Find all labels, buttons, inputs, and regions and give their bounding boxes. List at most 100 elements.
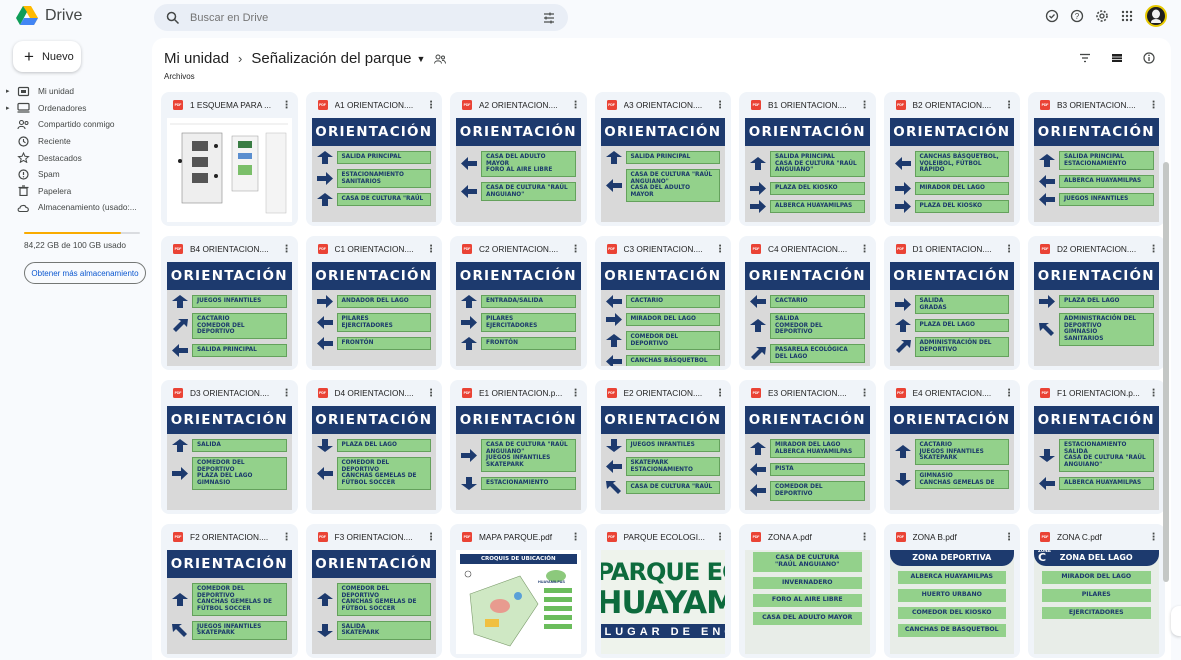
- file-card[interactable]: PDF E3 ORIENTACION.... ⋮ ORIENTACIÓN MIRADOR…: [739, 380, 876, 514]
- file-thumbnail[interactable]: ORIENTACIÓN CASA DEL ADULTO MAYOR FORO AL…: [456, 118, 581, 222]
- file-thumbnail[interactable]: ORIENTACIÓN SALIDA PRINCIPAL CASA DE CULT…: [745, 118, 870, 222]
- more-options-icon[interactable]: ⋮: [571, 244, 581, 255]
- file-card[interactable]: PDF C1 ORIENTACION.... ⋮ ORIENTACIÓN ANDADOR…: [305, 236, 442, 370]
- caret-down-icon[interactable]: ▼: [417, 54, 426, 64]
- file-card[interactable]: PDF D4 ORIENTACION.... ⋮ ORIENTACIÓN PLAZA D…: [305, 380, 442, 514]
- scrollbar[interactable]: [1163, 162, 1169, 582]
- more-options-icon[interactable]: ⋮: [715, 100, 725, 111]
- file-card[interactable]: PDF E4 ORIENTACION.... ⋮ ORIENTACIÓN CACTARI…: [883, 380, 1020, 514]
- file-name[interactable]: 1 ESQUEMA PARA ...: [190, 100, 275, 110]
- more-options-icon[interactable]: ⋮: [860, 388, 870, 399]
- sidebar-item-trash[interactable]: Papelera: [0, 183, 152, 200]
- file-card[interactable]: PDF A2 ORIENTACION.... ⋮ ORIENTACIÓN CASA DE…: [450, 92, 587, 226]
- file-card[interactable]: PDF ZONA A.pdf ⋮ CASA DE CULTURA "RAÚL ANGU…: [739, 524, 876, 658]
- file-name[interactable]: B1 ORIENTACION....: [768, 100, 853, 110]
- file-card[interactable]: PDF D1 ORIENTACION.... ⋮ ORIENTACIÓN SALIDA …: [883, 236, 1020, 370]
- file-card[interactable]: PDF 1 ESQUEMA PARA ... ⋮: [161, 92, 298, 226]
- file-card[interactable]: PDF D3 ORIENTACION.... ⋮ ORIENTACIÓN SALIDA C…: [161, 380, 298, 514]
- file-name[interactable]: C3 ORIENTACION....: [624, 244, 709, 254]
- file-card[interactable]: PDF B1 ORIENTACION.... ⋮ ORIENTACIÓN SALIDA …: [739, 92, 876, 226]
- file-name[interactable]: PARQUE ECOLOGI...: [624, 532, 709, 542]
- file-thumbnail[interactable]: [167, 118, 292, 222]
- file-card[interactable]: PDF F2 ORIENTACION.... ⋮ ORIENTACIÓN COMEDOR…: [161, 524, 298, 658]
- file-thumbnail[interactable]: PARQUE ECOLHUAYAMIL LUGAR DE ENCU: [600, 550, 725, 654]
- sidebar-item-my-drive[interactable]: ▸ Mi unidad: [0, 83, 152, 100]
- sidebar-item-clock[interactable]: Reciente: [0, 133, 152, 150]
- file-name[interactable]: C2 ORIENTACION....: [479, 244, 564, 254]
- file-name[interactable]: D2 ORIENTACION....: [1057, 244, 1142, 254]
- file-name[interactable]: D1 ORIENTACION....: [913, 244, 998, 254]
- search-bar[interactable]: [154, 4, 568, 31]
- file-card[interactable]: PDF B2 ORIENTACION.... ⋮ ORIENTACIÓN CANCHAS…: [883, 92, 1020, 226]
- file-name[interactable]: B2 ORIENTACION....: [913, 100, 998, 110]
- more-options-icon[interactable]: ⋮: [426, 100, 436, 111]
- more-options-icon[interactable]: ⋮: [282, 100, 292, 111]
- search-input[interactable]: [190, 11, 542, 24]
- file-thumbnail[interactable]: ORIENTACIÓN ENTRADA/SALIDA PILARES EJERCIT…: [456, 262, 581, 366]
- search-options-icon[interactable]: [542, 11, 556, 25]
- file-name[interactable]: F3 ORIENTACION....: [335, 532, 420, 542]
- file-card[interactable]: PDF A1 ORIENTACION.... ⋮ ORIENTACIÓN SALIDA …: [305, 92, 442, 226]
- breadcrumb-root[interactable]: Mi unidad: [164, 50, 229, 67]
- more-options-icon[interactable]: ⋮: [1004, 388, 1014, 399]
- file-thumbnail[interactable]: ORIENTACIÓN ESTACIONAMIENTO SALIDA CASA D…: [1034, 406, 1159, 510]
- file-thumbnail[interactable]: ORIENTACIÓN COMEDOR DEL DEPORTIVO CANCHAS…: [167, 550, 292, 654]
- file-name[interactable]: C1 ORIENTACION....: [335, 244, 420, 254]
- more-options-icon[interactable]: ⋮: [426, 388, 436, 399]
- filter-icon[interactable]: [1079, 53, 1091, 63]
- file-card[interactable]: PDF B4 ORIENTACION.... ⋮ ORIENTACIÓN JUEGOS …: [161, 236, 298, 370]
- more-options-icon[interactable]: ⋮: [571, 388, 581, 399]
- file-thumbnail[interactable]: ORIENTACIÓN COMEDOR DEL DEPORTIVO CANCHAS…: [311, 550, 436, 654]
- file-thumbnail[interactable]: C ZONA ZONA DEL LAGO MIRADOR DEL LAGO PILARE…: [1034, 550, 1159, 654]
- file-thumbnail[interactable]: ORIENTACIÓN JUEGOS INFANTILES SKATEPARK ES…: [600, 406, 725, 510]
- file-name[interactable]: D4 ORIENTACION....: [335, 388, 420, 398]
- file-thumbnail[interactable]: ORIENTACIÓN SALIDA PRINCIPAL ESTACIONAMIEN…: [311, 118, 436, 222]
- more-options-icon[interactable]: ⋮: [715, 388, 725, 399]
- more-options-icon[interactable]: ⋮: [860, 244, 870, 255]
- file-name[interactable]: E4 ORIENTACION....: [913, 388, 998, 398]
- new-button[interactable]: + Nuevo: [13, 41, 81, 72]
- file-name[interactable]: B3 ORIENTACION....: [1057, 100, 1142, 110]
- file-name[interactable]: C4 ORIENTACION....: [768, 244, 853, 254]
- file-card[interactable]: PDF ZONA B.pdf ⋮ ZONA DEPORTIVA ALBERCA HUAY…: [883, 524, 1020, 658]
- file-card[interactable]: PDF A3 ORIENTACION.... ⋮ ORIENTACIÓN SALIDA …: [594, 92, 731, 226]
- side-panel-toggle[interactable]: [1171, 606, 1181, 636]
- info-icon[interactable]: [1143, 52, 1155, 64]
- file-name[interactable]: B4 ORIENTACION....: [190, 244, 275, 254]
- sidebar-item-shared[interactable]: Compartido conmigo: [0, 116, 152, 133]
- more-options-icon[interactable]: ⋮: [571, 100, 581, 111]
- file-thumbnail[interactable]: ORIENTACIÓN ANDADOR DEL LAGO PILARES EJERC…: [311, 262, 436, 366]
- drive-logo[interactable]: Drive: [16, 6, 82, 25]
- file-card[interactable]: PDF C2 ORIENTACION.... ⋮ ORIENTACIÓN ENTRADA…: [450, 236, 587, 370]
- file-thumbnail[interactable]: ORIENTACIÓN JUEGOS INFANTILES CACTARIO COM…: [167, 262, 292, 366]
- file-thumbnail[interactable]: ORIENTACIÓN SALIDA PRINCIPAL ESTACIONAMIE…: [1034, 118, 1159, 222]
- file-name[interactable]: A1 ORIENTACION....: [335, 100, 420, 110]
- file-thumbnail[interactable]: ORIENTACIÓN MIRADOR DEL LAGO ALBERCA HUAY…: [745, 406, 870, 510]
- search-icon[interactable]: [166, 11, 180, 25]
- file-card[interactable]: PDF E2 ORIENTACION.... ⋮ ORIENTACIÓN JUEGOS …: [594, 380, 731, 514]
- more-options-icon[interactable]: ⋮: [860, 532, 870, 543]
- more-options-icon[interactable]: ⋮: [282, 388, 292, 399]
- more-options-icon[interactable]: ⋮: [282, 532, 292, 543]
- get-more-storage-button[interactable]: Obtener más almacenamiento: [24, 262, 146, 284]
- file-thumbnail[interactable]: ORIENTACIÓN CACTARIO SALIDA COMEDOR DEL DE…: [745, 262, 870, 366]
- file-name[interactable]: E1 ORIENTACION.p...: [479, 388, 564, 398]
- settings-icon[interactable]: [1095, 9, 1109, 23]
- more-options-icon[interactable]: ⋮: [426, 244, 436, 255]
- file-card[interactable]: PDF C4 ORIENTACION.... ⋮ ORIENTACIÓN CACTARI…: [739, 236, 876, 370]
- list-view-icon[interactable]: [1111, 53, 1123, 63]
- file-thumbnail[interactable]: CROQUIS DE UBICACIÓN HUAYAMILPAS: [456, 550, 581, 654]
- more-options-icon[interactable]: ⋮: [1149, 388, 1159, 399]
- more-options-icon[interactable]: ⋮: [715, 532, 725, 543]
- file-card[interactable]: PDF D2 ORIENTACION.... ⋮ ORIENTACIÓN PLAZA D…: [1028, 236, 1165, 370]
- more-options-icon[interactable]: ⋮: [1149, 244, 1159, 255]
- offline-status-icon[interactable]: [1045, 9, 1059, 23]
- file-name[interactable]: F2 ORIENTACION....: [190, 532, 275, 542]
- account-avatar[interactable]: [1145, 5, 1167, 27]
- file-name[interactable]: MAPA PARQUE.pdf: [479, 532, 564, 542]
- file-thumbnail[interactable]: CASA DE CULTURA "RAÚL ANGUIANO" INVERNADE…: [745, 550, 870, 654]
- file-name[interactable]: D3 ORIENTACION....: [190, 388, 275, 398]
- more-options-icon[interactable]: ⋮: [715, 244, 725, 255]
- file-card[interactable]: PDF F1 ORIENTACION.p... ⋮ ORIENTACIÓN ESTACI…: [1028, 380, 1165, 514]
- file-name[interactable]: A3 ORIENTACION....: [624, 100, 709, 110]
